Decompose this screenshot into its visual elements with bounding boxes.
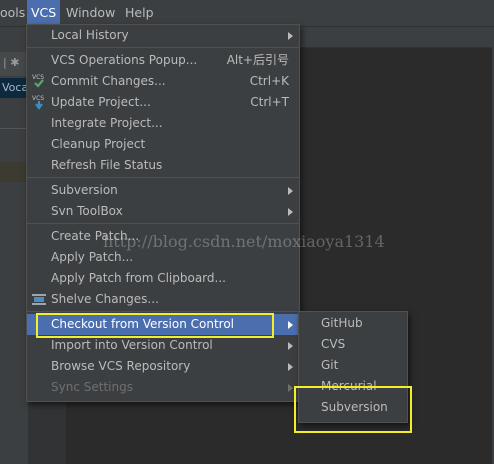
submenu-arrow-icon: [288, 187, 293, 195]
menu-separator: [27, 47, 299, 48]
menu-tools[interactable]: ools: [0, 0, 25, 26]
submenu-arrow-icon: [288, 32, 293, 40]
menu-item-label: Apply Patch from Clipboard...: [51, 271, 226, 285]
submenu-item-cvs[interactable]: CVS: [299, 334, 407, 355]
project-toolbar: | ✱: [0, 52, 28, 76]
menu-item-sync-settings: Sync Settings: [27, 377, 299, 398]
menu-item-update-project[interactable]: VCS Update Project... Ctrl+T: [27, 92, 299, 113]
menu-item-integrate-project[interactable]: Integrate Project...: [27, 113, 299, 134]
menu-item-local-history[interactable]: Local History: [27, 25, 299, 46]
update-icon: VCS: [31, 94, 47, 110]
highlight-box-subversion: [294, 386, 412, 433]
menu-item-subversion[interactable]: Subversion: [27, 180, 299, 201]
shortcut-label: Ctrl+T: [250, 95, 289, 109]
menu-item-import-into-version-control[interactable]: Import into Version Control: [27, 335, 299, 356]
menu-item-apply-patch-from-clipboard[interactable]: Apply Patch from Clipboard...: [27, 268, 299, 289]
menu-item-refresh-file-status[interactable]: Refresh File Status: [27, 155, 299, 176]
menu-item-svn-toolbox[interactable]: Svn ToolBox: [27, 201, 299, 222]
submenu-arrow-icon: [288, 384, 293, 392]
menu-item-vcs-operations-popup[interactable]: VCS Operations Popup... Alt+后引号: [27, 50, 299, 71]
commit-icon: VCS: [31, 73, 47, 89]
highlighted-row: [0, 162, 28, 182]
menu-bar: ools VCS Window Help: [0, 0, 494, 27]
menu-separator: [27, 311, 299, 312]
shelve-icon: [31, 291, 47, 307]
shortcut-label: Ctrl+K: [249, 74, 289, 88]
submenu-item-label: GitHub: [321, 316, 363, 330]
menu-help[interactable]: Help: [125, 0, 154, 26]
menu-item-label: Import into Version Control: [51, 338, 213, 352]
menu-item-label: Cleanup Project: [51, 137, 146, 151]
menu-item-label: Browse VCS Repository: [51, 359, 191, 373]
highlight-box-checkout: [36, 313, 274, 338]
file-tab[interactable]: Voca: [0, 78, 28, 98]
submenu-arrow-icon: [288, 208, 293, 216]
menu-item-browse-vcs-repository[interactable]: Browse VCS Repository: [27, 356, 299, 377]
submenu-item-label: CVS: [321, 337, 346, 351]
toolbar-glyphs[interactable]: | ✱: [3, 56, 19, 69]
submenu-item-github[interactable]: GitHub: [299, 313, 407, 334]
menu-item-label: Refresh File Status: [51, 158, 163, 172]
menu-item-label: Shelve Changes...: [51, 292, 159, 306]
editor-tab-bar: [300, 27, 494, 48]
submenu-arrow-icon: [288, 321, 293, 329]
menu-vcs[interactable]: VCS: [27, 0, 61, 26]
submenu-item-git[interactable]: Git: [299, 355, 407, 376]
submenu-arrow-icon: [288, 342, 293, 350]
menu-item-shelve-changes[interactable]: Shelve Changes...: [27, 289, 299, 310]
menu-item-commit-changes[interactable]: VCS Commit Changes... Ctrl+K: [27, 71, 299, 92]
menu-item-label: Integrate Project...: [51, 116, 163, 130]
vcs-badge-text: VCS: [32, 95, 44, 102]
menu-window[interactable]: Window: [66, 0, 115, 26]
menu-item-label: Svn ToolBox: [51, 204, 123, 218]
menu-item-label: Subversion: [51, 183, 118, 197]
editor-gutter: [28, 400, 66, 464]
menu-item-label: VCS Operations Popup...: [51, 53, 198, 67]
menu-item-label: Commit Changes...: [51, 74, 166, 88]
vcs-menu: Local History VCS Operations Popup... Al…: [26, 24, 300, 402]
submenu-item-label: Git: [321, 358, 339, 372]
panel-divider: [0, 128, 28, 129]
menu-separator: [27, 223, 299, 224]
menu-separator: [27, 177, 299, 178]
submenu-arrow-icon: [288, 363, 293, 371]
menu-item-label: Update Project...: [51, 95, 151, 109]
shortcut-label: Alt+后引号: [226, 53, 289, 67]
menu-item-label: Sync Settings: [51, 380, 133, 394]
file-tab-label: Voca: [2, 81, 28, 94]
menu-item-label: Local History: [51, 28, 129, 42]
menu-item-cleanup-project[interactable]: Cleanup Project: [27, 134, 299, 155]
watermark-text: http://blog.csdn.net/moxiaoya1314: [103, 232, 385, 251]
